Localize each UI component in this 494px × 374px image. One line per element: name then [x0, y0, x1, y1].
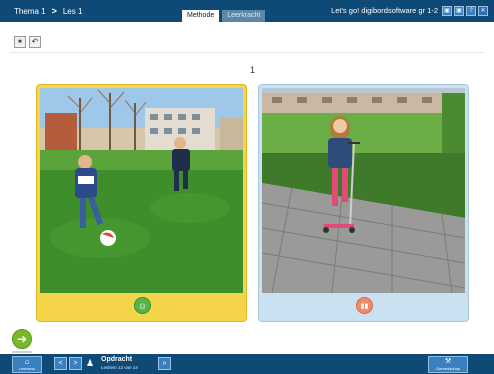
person-icon: ♟	[86, 358, 95, 368]
page-number: 1	[250, 65, 256, 75]
close-icon[interactable]: ✕	[478, 6, 488, 16]
skip-forward-button[interactable]: »	[158, 357, 171, 370]
tab-methode[interactable]: Methode	[182, 10, 220, 22]
prev-button[interactable]: <	[54, 357, 67, 370]
toolbar: ✶ ↶	[14, 36, 41, 48]
bottom-bar: ⌂ Lesmenu < > ♟ Opdracht Lesitem 12 van …	[0, 354, 494, 374]
next-arrow-icon[interactable]: ➔	[12, 329, 32, 349]
toolbox-icon: ⚒	[444, 358, 452, 365]
answer-card-left[interactable]: ☺	[36, 84, 247, 322]
lesmenu-label: Lesmenu	[18, 366, 36, 371]
mode-tabs: Methode Leerkracht	[182, 10, 266, 22]
opdracht-title: Opdracht	[101, 356, 133, 363]
lesmenu-button[interactable]: ⌂ Lesmenu	[12, 356, 42, 373]
smiley-icon[interactable]: ☺	[134, 297, 151, 314]
fab-underline	[12, 351, 32, 353]
next-button[interactable]: >	[69, 357, 82, 370]
pause-icon[interactable]: ▮▮	[356, 297, 373, 314]
top-bar: Thema 1 > Les 1 Methode Leerkracht Let's…	[0, 0, 494, 22]
help-icon[interactable]: ?	[466, 6, 476, 16]
window-restore-icon[interactable]: ▣	[442, 6, 452, 16]
settings-icon[interactable]: ✶	[14, 36, 26, 48]
window-maximize-icon[interactable]: ▣	[454, 6, 464, 16]
breadcrumb-les[interactable]: Les 1	[63, 7, 83, 16]
breadcrumb-thema[interactable]: Thema 1	[14, 7, 46, 16]
photo-boys-football	[40, 88, 243, 293]
breadcrumb: Thema 1 > Les 1	[14, 0, 82, 22]
tab-leerkracht[interactable]: Leerkracht	[222, 10, 266, 22]
toolbar-divider	[10, 52, 484, 53]
undo-icon[interactable]: ↶	[29, 36, 41, 48]
gereedschap-button[interactable]: ⚒ Gereedschap	[428, 356, 468, 373]
opdracht-progress: Lesitem 12 van 14	[101, 365, 138, 370]
photo-girl-scooter	[262, 88, 465, 293]
window-buttons: ▣ ▣ ? ✕	[442, 6, 488, 16]
gereedschap-label: Gereedschap	[435, 366, 460, 371]
app-title: Let's go! digibordsoftware gr 1-2	[331, 6, 438, 15]
home-icon: ⌂	[24, 357, 30, 366]
chevron-right-icon: >	[51, 6, 57, 16]
answer-card-right[interactable]: ▮▮	[258, 84, 469, 322]
